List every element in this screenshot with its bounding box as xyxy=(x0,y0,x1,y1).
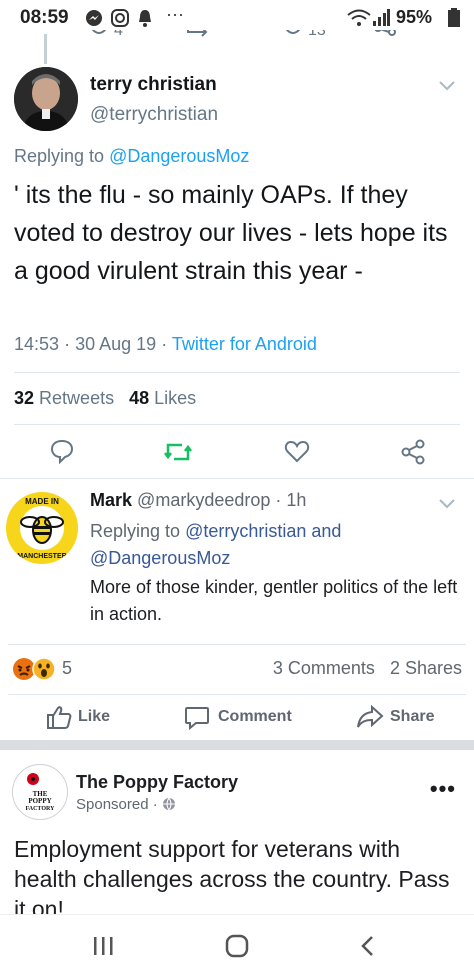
avatar-text-bottom: MANCHESTER xyxy=(17,553,66,560)
comments-count[interactable]: 3 Comments xyxy=(273,658,375,678)
battery-icon xyxy=(448,8,460,27)
shares-count[interactable]: 2 Shares xyxy=(390,658,462,678)
tweet-date: 30 Aug 19 xyxy=(75,334,157,354)
likes-count: 48 xyxy=(129,388,150,408)
meta-separator: · xyxy=(64,334,71,354)
notification-icon xyxy=(139,10,151,27)
previous-like-count: 13 xyxy=(308,30,326,39)
tweet-author-name[interactable]: terry christian xyxy=(90,74,217,96)
ad-page-name[interactable]: The Poppy Factory xyxy=(76,772,238,793)
divider xyxy=(8,694,466,695)
tweet-meta: 14:53 · 30 Aug 19 · Twitter for Android xyxy=(14,334,317,355)
tweet-replying-to: Replying to @DangerousMoz xyxy=(14,146,249,167)
comment-time: 1h xyxy=(286,490,307,510)
previous-reply-count: 4 xyxy=(114,30,123,39)
globe-icon xyxy=(162,797,175,811)
tweet-time: 14:53 xyxy=(14,334,60,354)
avatar-text-top: MADE IN xyxy=(25,497,59,506)
replying-prefix: Replying to xyxy=(90,521,181,541)
heart-icon[interactable] xyxy=(284,439,310,463)
instagram-icon xyxy=(111,9,129,27)
tweet-avatar[interactable] xyxy=(14,67,78,131)
comment-replying-to: Replying to @terrychristian and @Dangero… xyxy=(90,518,341,572)
comment-text: More of those kinder, gentler politics o… xyxy=(90,577,458,624)
tweet-stats: 32 Retweets 48 Likes xyxy=(14,388,196,409)
like-icon[interactable] xyxy=(282,30,304,38)
share-icon[interactable] xyxy=(400,439,426,465)
retweets-stat[interactable]: 32 Retweets xyxy=(14,388,114,408)
reply-icon[interactable] xyxy=(88,30,110,38)
ad-sponsored-label: Sponsored · xyxy=(76,796,176,813)
meta-separator: · xyxy=(161,334,168,354)
battery-percent: 95% xyxy=(396,7,433,27)
ad-text: Employment support for veterans with hea… xyxy=(14,836,450,922)
thread-line xyxy=(44,34,47,64)
thumbs-up-icon xyxy=(47,706,72,729)
share-label: Share xyxy=(390,708,435,725)
likes-label: Likes xyxy=(154,388,197,408)
feed-divider xyxy=(0,740,474,750)
chevron-down-icon[interactable] xyxy=(438,80,456,92)
tweet-author-handle[interactable]: @terrychristian xyxy=(90,104,218,126)
commenter-handle[interactable]: @markydeedrop xyxy=(137,490,270,510)
divider xyxy=(0,478,474,479)
share-icon[interactable] xyxy=(374,30,396,38)
wow-reaction-icon xyxy=(32,657,56,681)
engagement-counts: 3 Comments 2 Shares xyxy=(273,658,462,679)
commenter-name[interactable]: Mark xyxy=(90,490,132,510)
reply-handle-1[interactable]: @terrychristian xyxy=(185,521,306,541)
reply-handle-2[interactable]: @DangerousMoz xyxy=(90,548,230,568)
back-icon[interactable] xyxy=(358,934,378,958)
divider xyxy=(14,424,460,425)
like-label: Like xyxy=(78,708,111,725)
retweet-icon[interactable] xyxy=(164,440,192,464)
chevron-down-icon[interactable] xyxy=(438,498,456,510)
comment-label: Comment xyxy=(218,708,292,725)
commenter-avatar[interactable]: MADE IN MANCHESTER xyxy=(6,492,78,564)
ad-page-avatar[interactable]: THE POPPY FACTORY xyxy=(12,764,68,820)
previous-tweet-actions: 4 13 xyxy=(0,30,474,44)
tweet-text: ' its the flu - so mainly OAPs. If they … xyxy=(14,181,448,285)
android-nav-bar xyxy=(0,914,474,975)
more-dots-icon: ··· xyxy=(166,4,184,24)
tweet-source-link[interactable]: Twitter for Android xyxy=(172,334,317,354)
comment-bubble-icon xyxy=(185,707,209,730)
recent-apps-icon[interactable] xyxy=(92,935,114,957)
reaction-count: 5 xyxy=(62,658,73,678)
retweets-count: 32 xyxy=(14,388,35,408)
status-time: 08:59 xyxy=(20,7,69,28)
replying-prefix: Replying to xyxy=(14,146,105,166)
sponsored-text: Sponsored · xyxy=(76,796,158,813)
svg-text:POPPY: POPPY xyxy=(28,797,51,805)
poppy-factory-logo: THE POPPY FACTORY xyxy=(26,773,56,812)
home-icon[interactable] xyxy=(224,933,250,959)
status-bar: 08:59 ··· 95% xyxy=(0,0,474,34)
svg-text:FACTORY: FACTORY xyxy=(26,806,56,812)
reply-icon[interactable] xyxy=(49,438,75,464)
avatar-photo xyxy=(14,67,78,131)
header-separator: · xyxy=(275,490,282,510)
more-options-icon[interactable]: ••• xyxy=(430,776,456,802)
retweet-icon[interactable] xyxy=(186,30,210,38)
comment-header: Mark @markydeedrop · 1h xyxy=(90,490,306,511)
made-in-manchester-logo: MADE IN MANCHESTER xyxy=(6,492,78,564)
messenger-icon xyxy=(86,10,102,26)
share-arrow-icon xyxy=(357,704,384,728)
replying-handle-link[interactable]: @DangerousMoz xyxy=(109,146,249,166)
reply-and: and xyxy=(311,521,342,541)
retweets-label: Retweets xyxy=(39,388,115,408)
wifi-icon xyxy=(347,9,371,26)
divider xyxy=(14,372,460,373)
tweet-actions xyxy=(0,434,474,470)
signal-icon xyxy=(373,9,390,26)
divider xyxy=(8,644,466,645)
likes-stat[interactable]: 48 Likes xyxy=(129,388,196,408)
